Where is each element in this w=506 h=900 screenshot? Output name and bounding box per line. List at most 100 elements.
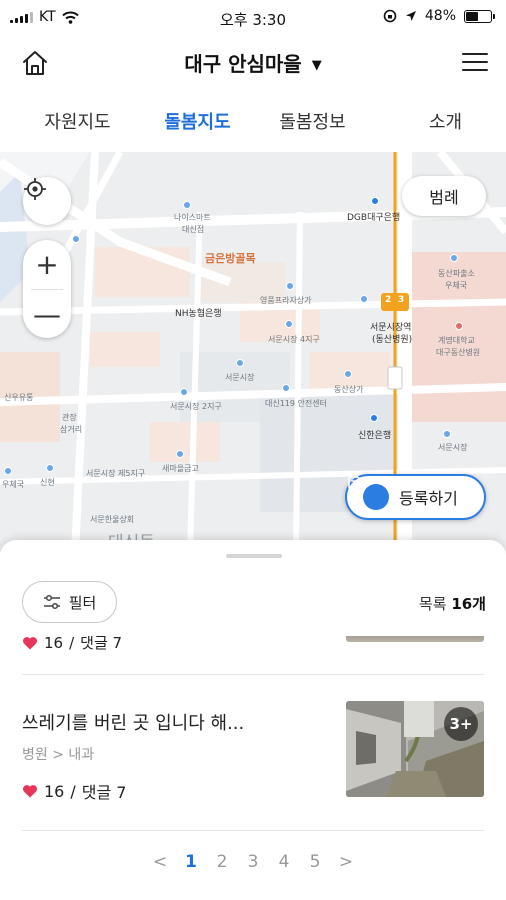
map-label: 서문시장 <box>225 373 255 382</box>
filter-label: 필터 <box>68 593 97 612</box>
crosshair-locate-icon <box>24 178 46 200</box>
subway-line-3-badge: 3 <box>398 295 405 305</box>
filter-button[interactable]: 필터 <box>22 581 117 623</box>
battery-icon <box>464 9 495 23</box>
poi-pin[interactable] <box>4 467 12 475</box>
poi-pin[interactable] <box>180 388 188 396</box>
map-label: 서문한울상회 <box>90 515 135 524</box>
status-right: 48% <box>383 8 495 24</box>
stats-separator: / <box>69 636 75 652</box>
locate-me-button[interactable] <box>23 177 71 225</box>
poi-pin[interactable] <box>371 197 379 205</box>
map-label: 삼거리 <box>60 425 83 434</box>
poi-pin[interactable] <box>72 235 80 243</box>
map-label: NH농협은행 <box>175 309 222 319</box>
list-count-value: 16개 <box>451 595 486 613</box>
page-4-button[interactable]: 4 <box>269 852 300 872</box>
map-label: 서문시장 2지구 <box>170 402 222 411</box>
poi-pin[interactable] <box>443 430 451 438</box>
app-header: 대구 안심마을 ▼ <box>0 36 506 90</box>
tab-resource-map[interactable]: 자원지도 <box>0 90 155 152</box>
status-bar: KT 오후 3:30 48% <box>0 0 506 36</box>
map-label: 대구동산병원 <box>436 348 481 357</box>
tab-care-info[interactable]: 돌봄정보 <box>240 90 385 152</box>
tab-about[interactable]: 소개 <box>385 90 506 152</box>
page-5-button[interactable]: 5 <box>300 852 331 872</box>
item-category: 병원 > 내과 <box>22 747 95 763</box>
map-label: 관장 <box>62 413 77 422</box>
likes-count: 16 <box>44 636 64 652</box>
list-count: 목록 16개 <box>419 593 486 614</box>
list-item[interactable]: 쓰레기를 버린 곳 입니다 해... 병원 > 내과 16 / 댓글 7 3+ <box>22 701 484 803</box>
divider <box>22 674 484 675</box>
register-button[interactable]: 등록하기 <box>345 474 486 520</box>
map-label: 새마을금고 <box>162 464 199 473</box>
item-stats: 16 / 댓글 7 <box>22 636 122 653</box>
zoom-out-button[interactable]: — <box>23 290 71 339</box>
tab-bar: 자원지도 돌봄지도 돌봄정보 소개 <box>0 90 506 152</box>
map-label: 영품프라자상가 <box>260 296 312 305</box>
map-label: 신한은행 <box>358 431 392 441</box>
chevron-down-icon: ▼ <box>311 58 322 73</box>
likes-count: 16 <box>44 781 65 801</box>
map-label: 대신점 <box>182 225 205 234</box>
register-label: 등록하기 <box>399 489 458 508</box>
item-stats: 16 / 댓글 7 <box>22 779 126 803</box>
poi-pin[interactable] <box>236 359 244 367</box>
location-arrow-icon <box>405 11 416 21</box>
map-label: 계명대학교 <box>438 336 475 345</box>
map-label: 서문시장 4지구 <box>268 335 320 344</box>
page-title: 대구 안심마을 <box>184 52 302 76</box>
poi-pin[interactable] <box>450 254 458 262</box>
stats-separator: / <box>70 781 76 801</box>
poi-pin[interactable] <box>46 464 54 472</box>
poi-pin[interactable] <box>282 384 290 392</box>
poi-pin[interactable] <box>455 322 463 330</box>
poi-pin[interactable] <box>370 414 378 422</box>
map-label: (동산병원) <box>372 335 413 345</box>
poi-pin[interactable] <box>360 295 368 303</box>
tab-care-map[interactable]: 돌봄지도 <box>155 90 240 152</box>
drag-handle[interactable] <box>226 554 282 558</box>
page-next-button[interactable]: > <box>331 852 362 872</box>
map-view[interactable]: 나이스마트 대신점 DGB대구은행 금은방골목 NH농협은행 영품프라자상가 동… <box>0 152 506 552</box>
heart-icon <box>22 785 38 798</box>
poi-pin[interactable] <box>176 450 184 458</box>
region-selector[interactable]: 대구 안심마을 ▼ <box>0 48 506 77</box>
post-list: 16 / 댓글 7 쓰레기를 버린 곳 입니다 해... 병원 > 내과 16 … <box>0 636 506 842</box>
page-1-button[interactable]: 1 <box>176 852 207 872</box>
poi-pin[interactable] <box>344 370 352 378</box>
map-label: 신현 <box>40 478 55 487</box>
poi-pin[interactable] <box>286 282 294 290</box>
bottom-sheet: 필터 목록 16개 16 / 댓글 7 쓰레기를 버린 곳 입니다 해... 병… <box>0 540 506 900</box>
poi-pin[interactable] <box>285 320 293 328</box>
sliders-icon <box>43 594 60 610</box>
list-count-prefix: 목록 <box>418 595 447 613</box>
map-label: 서문시장 제5지구 <box>86 469 146 478</box>
map-label: 우체국 <box>445 281 468 290</box>
battery-percent: 48% <box>424 8 456 24</box>
map-label: 동산파출소 <box>438 269 475 278</box>
pagination: < 1 2 3 4 5 > <box>0 852 506 872</box>
photo-count-badge: 3+ <box>444 707 478 741</box>
page-3-button[interactable]: 3 <box>238 852 269 872</box>
map-label: 동산상가 <box>334 385 364 394</box>
map-label: 신우유통 <box>4 393 34 402</box>
heart-icon <box>22 636 38 649</box>
map-label: 우체국 <box>2 480 25 489</box>
comments-count: 댓글 7 <box>81 783 127 802</box>
list-item[interactable]: 16 / 댓글 7 <box>22 636 484 652</box>
item-thumbnail: 3+ <box>346 701 484 797</box>
poi-pin[interactable] <box>183 201 191 209</box>
map-label: 서문시장 <box>438 443 468 452</box>
map-label: 나이스마트 <box>174 213 211 222</box>
register-icon <box>348 476 389 510</box>
map-label: 금은방골목 <box>205 252 256 265</box>
hamburger-menu-icon <box>462 53 488 55</box>
page-2-button[interactable]: 2 <box>207 852 238 872</box>
comments-count: 댓글 7 <box>80 636 123 652</box>
legend-button[interactable]: 범례 <box>402 176 486 216</box>
menu-button[interactable] <box>462 50 488 74</box>
zoom-in-button[interactable]: + <box>23 240 71 289</box>
page-prev-button[interactable]: < <box>145 852 176 872</box>
